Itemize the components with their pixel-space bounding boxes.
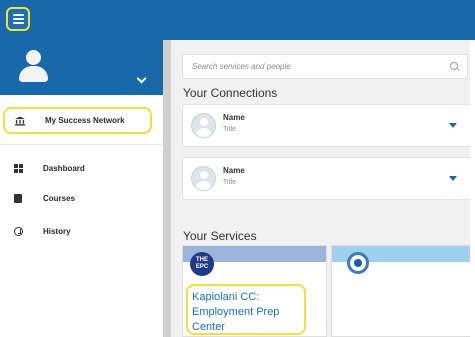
book-icon [13, 193, 23, 203]
connection-title: Title [223, 179, 236, 186]
services-heading: Your Services [183, 229, 257, 243]
search-input[interactable]: Search services and people [182, 54, 468, 79]
seal-logo [347, 252, 369, 274]
sidebar-item-label: Dashboard [43, 163, 85, 173]
hamburger-menu-button[interactable] [6, 7, 30, 31]
menu-line-icon [12, 18, 24, 20]
caret-down-icon[interactable] [449, 123, 457, 128]
window-edge [470, 40, 475, 337]
network-building-icon [15, 115, 25, 126]
history-icon [13, 226, 23, 236]
sidebar-item-history[interactable]: History [0, 218, 163, 244]
sidebar-item-label: My Success Network [45, 116, 125, 125]
menu-line-icon [12, 14, 24, 16]
epc-logo: THE EPC [190, 252, 214, 276]
connection-title: Title [223, 126, 236, 133]
service-name-link[interactable]: Kapiolani CC: Employment Prep Center [186, 284, 306, 335]
sidebar-item-courses[interactable]: Courses [0, 185, 163, 211]
sidebar-divider [0, 144, 163, 145]
sidebar-item-label: Courses [43, 193, 76, 203]
caret-down-icon[interactable] [449, 176, 457, 181]
service-card-epc[interactable]: THE EPC Kapiolani CC: Employment Prep Cen… [182, 245, 327, 337]
sidebar-item-my-success-network[interactable]: My Success Network [3, 107, 152, 134]
connection-card[interactable]: Name Title [182, 157, 471, 200]
search-icon[interactable] [450, 62, 458, 70]
menu-line-icon [12, 22, 24, 24]
person-avatar-icon [191, 166, 216, 191]
sidebar-item-dashboard[interactable]: Dashboard [0, 155, 163, 181]
top-bar [0, 0, 475, 40]
connection-name: Name [223, 166, 245, 175]
panel-divider [163, 40, 171, 337]
sidebar: My Success Network Dashboard Courses His… [0, 40, 163, 337]
main-content: Search services and people Your Connecti… [171, 40, 475, 337]
connection-card[interactable]: Name Title [182, 104, 471, 147]
user-profile-area[interactable] [0, 40, 163, 95]
chevron-down-icon[interactable] [136, 73, 147, 84]
person-avatar-icon [191, 113, 216, 138]
user-avatar-icon [18, 50, 48, 84]
sidebar-item-label: History [43, 226, 71, 236]
connections-heading: Your Connections [183, 86, 278, 100]
dashboard-icon [13, 163, 23, 173]
search-placeholder: Search services and people [192, 62, 291, 71]
connection-name: Name [223, 113, 245, 122]
service-card[interactable] [331, 245, 475, 337]
